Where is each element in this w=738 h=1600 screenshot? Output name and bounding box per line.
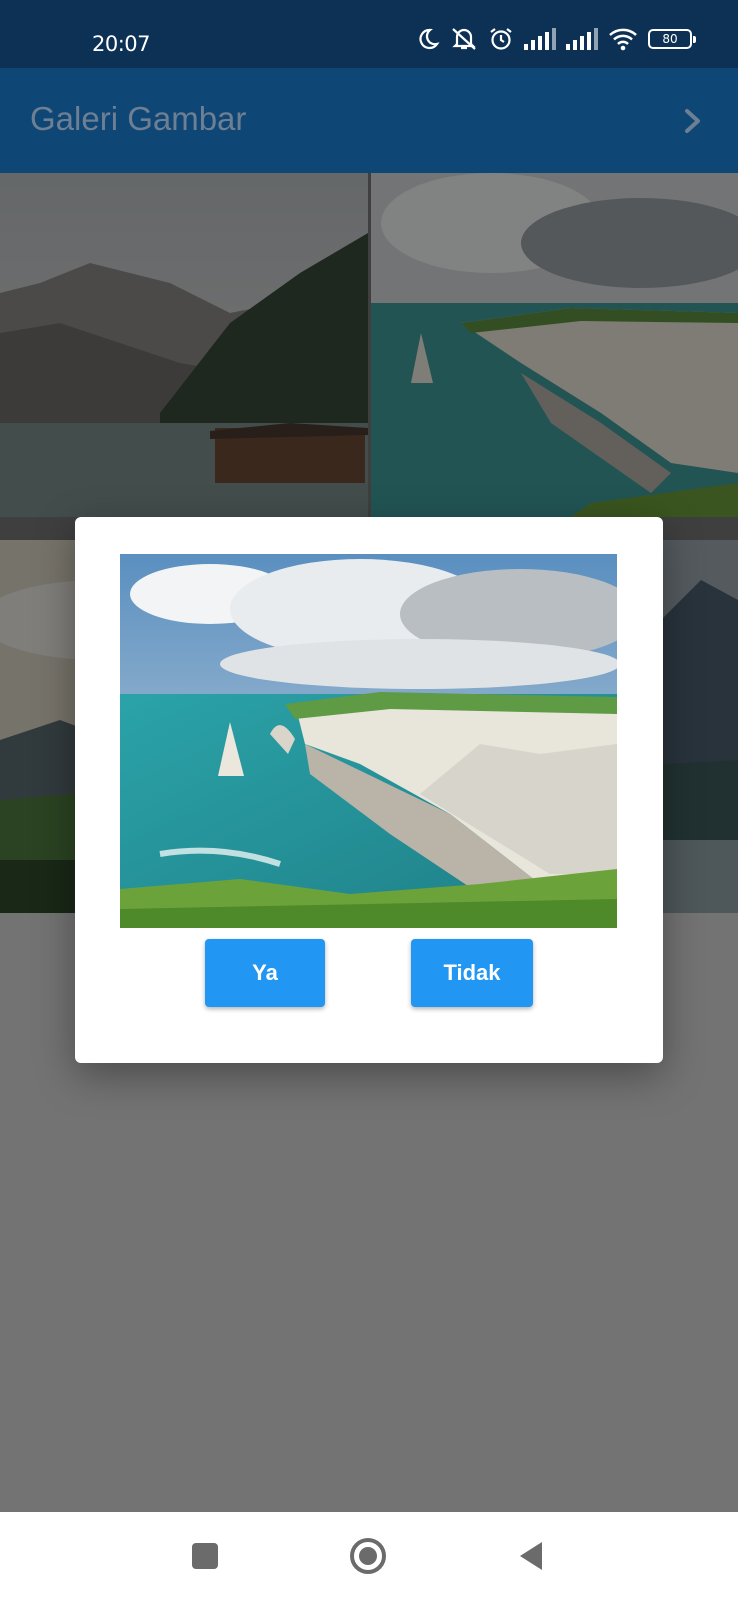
status-bar: 20:07 80 xyxy=(0,0,738,68)
chevron-right-icon[interactable] xyxy=(682,108,704,134)
battery-icon: 80 xyxy=(648,29,696,49)
alarm-icon xyxy=(490,28,512,50)
ya-button[interactable]: Ya xyxy=(205,939,325,1007)
moon-icon xyxy=(419,28,440,50)
battery-level: 80 xyxy=(662,32,678,46)
recents-square-icon[interactable] xyxy=(185,1536,225,1576)
status-icons: 80 xyxy=(416,26,696,52)
back-triangle-icon[interactable] xyxy=(512,1536,552,1576)
image-dialog: Ya Tidak xyxy=(75,517,663,1063)
home-circle-icon[interactable] xyxy=(348,1536,388,1576)
navigation-bar xyxy=(0,1512,738,1600)
app-title: Galeri Gambar xyxy=(30,100,247,137)
app-bar: Galeri Gambar xyxy=(0,68,738,173)
signal-icon xyxy=(566,28,598,50)
signal-icon xyxy=(524,28,556,50)
coastal-cliffs-photo xyxy=(120,554,617,928)
silent-icon xyxy=(452,28,476,50)
dialog-image xyxy=(120,554,617,928)
tidak-button[interactable]: Tidak xyxy=(411,939,533,1007)
wifi-icon xyxy=(609,28,637,51)
status-time: 20:07 xyxy=(92,32,151,56)
